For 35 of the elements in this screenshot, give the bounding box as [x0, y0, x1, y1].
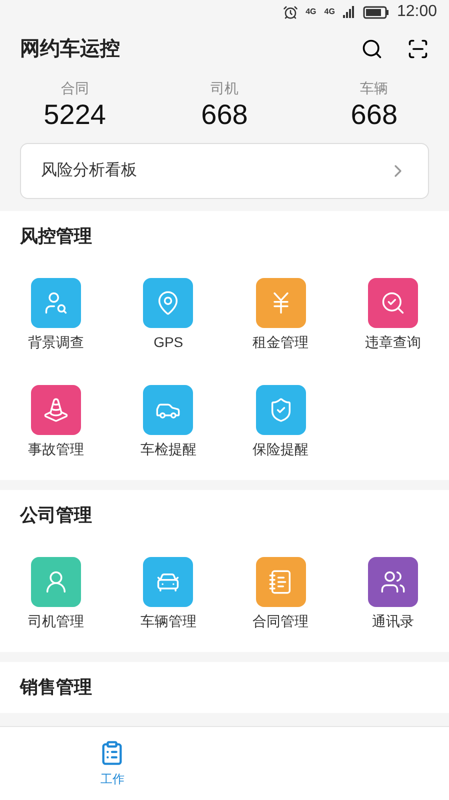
- status-time: 12:00: [396, 2, 437, 22]
- feature-button[interactable]: 合同管理: [224, 557, 337, 632]
- alarm-icon: [282, 4, 298, 20]
- search-check-icon: [380, 290, 406, 316]
- stat-label: 司机: [210, 79, 238, 98]
- stat-label: 合同: [60, 79, 89, 98]
- section-title: 公司管理: [20, 504, 93, 527]
- feature-button[interactable]: 车辆管理: [112, 557, 224, 632]
- feature-button[interactable]: 违章查询: [336, 278, 449, 353]
- feature-button[interactable]: 保险提醒: [224, 385, 337, 460]
- stat-value: 668: [350, 99, 398, 131]
- feature-button[interactable]: 司机管理: [0, 557, 112, 632]
- section-title: 销售管理: [20, 676, 93, 699]
- feature-button[interactable]: 背景调查: [0, 278, 112, 353]
- stat-value: 5224: [44, 99, 106, 131]
- feature-button[interactable]: GPS: [112, 278, 224, 353]
- traffic-cone-icon: [43, 397, 70, 423]
- feature-button[interactable]: 通讯录: [336, 557, 449, 632]
- risk-board-card[interactable]: 风险分析看板: [20, 143, 429, 199]
- network-label: 4G: [324, 6, 335, 18]
- stat-value: 668: [201, 99, 248, 131]
- app-title: 网约车运控: [20, 36, 121, 62]
- search-button[interactable]: [361, 38, 383, 60]
- signal-icon: [342, 6, 355, 18]
- feature-button[interactable]: 事故管理: [0, 385, 112, 460]
- stat-label: 车辆: [360, 79, 388, 98]
- person-search-icon: [43, 290, 70, 316]
- network-label: 4G: [306, 6, 316, 18]
- feature-button[interactable]: 租金管理: [224, 278, 337, 353]
- tab-item[interactable]: 工作: [0, 727, 224, 800]
- battery-icon: [362, 6, 389, 18]
- scan-button[interactable]: [407, 38, 429, 60]
- feature-button[interactable]: 车检提醒: [112, 385, 224, 460]
- people-icon: [380, 569, 406, 595]
- section-title: 风控管理: [20, 225, 93, 248]
